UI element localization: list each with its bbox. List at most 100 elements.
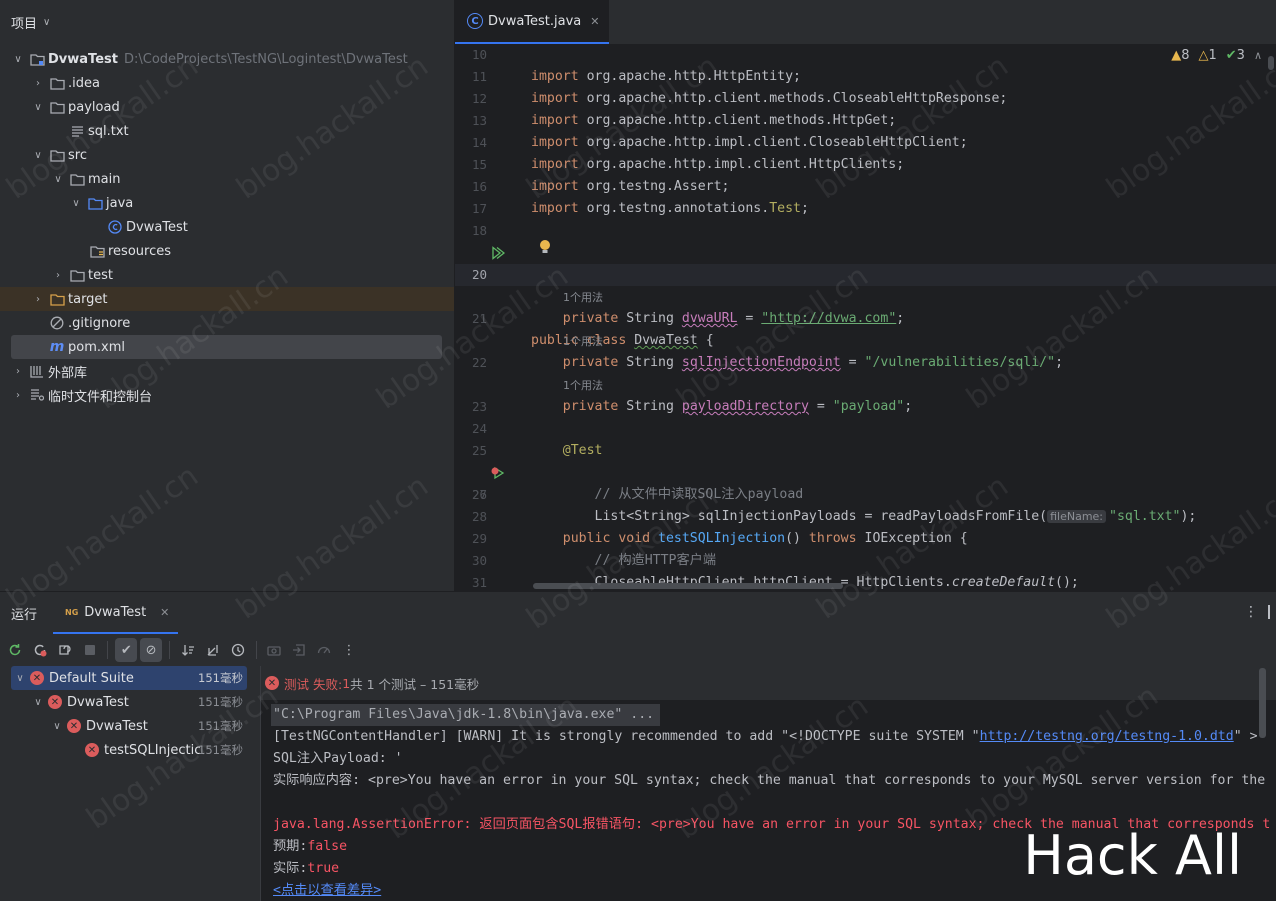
tree-item-test[interactable]: › test	[0, 263, 113, 287]
sort-icon[interactable]	[177, 638, 199, 662]
tree-item-resources[interactable]: resources	[0, 239, 171, 263]
project-view-header[interactable]: 项目 ∨	[0, 0, 454, 44]
show-passed-icon[interactable]: ✔	[115, 638, 138, 662]
code-editor: C DvwaTest.java ✕ ▲8 △1 ✔3 ∧ 10 11 import…	[454, 0, 1276, 591]
test-node-name: DvwaTest	[67, 694, 129, 710]
project-header-label: 项目	[11, 16, 38, 32]
chevron-right-icon[interactable]: ›	[31, 294, 45, 305]
chevron-down-icon[interactable]: ∨	[69, 198, 83, 209]
minimize-icon[interactable]	[1268, 605, 1276, 619]
usage-hint[interactable]: 1个用法	[563, 374, 603, 396]
line-number: 11	[471, 69, 487, 84]
chevron-right-icon[interactable]: ›	[11, 366, 25, 377]
line-number: 24	[471, 421, 487, 436]
tree-item-idea[interactable]: › .idea	[0, 71, 100, 95]
chevron-down-icon[interactable]: ∨	[51, 174, 65, 185]
excluded-folder-icon	[49, 291, 65, 307]
text-file-icon	[69, 123, 85, 139]
test-node-class[interactable]: ∨ ✕ DvwaTest 151毫秒	[11, 714, 247, 738]
tree-item-gitignore[interactable]: .gitignore	[0, 311, 130, 335]
code-area[interactable]: 10 11 import org.apache.http.HttpEntity; …	[455, 44, 1276, 591]
tree-item-label: .idea	[68, 75, 100, 91]
chevron-down-icon[interactable]: ∨	[31, 102, 45, 113]
lightbulb-icon[interactable]	[539, 239, 551, 263]
line-number: 23	[471, 399, 487, 414]
tree-item-src[interactable]: ∨ src	[0, 143, 87, 167]
tab-dvwatest-java[interactable]: C DvwaTest.java ✕	[455, 0, 609, 44]
line-number: 18	[471, 223, 487, 238]
line-number: 31	[471, 575, 487, 590]
chevron-down-icon[interactable]: ∨	[31, 697, 45, 708]
tree-item-java[interactable]: ∨ java	[0, 191, 133, 215]
run-tab-label: DvwaTest	[84, 604, 147, 620]
console-output[interactable]: ✕ 测试 失败: 1共 1 个测试 – 151毫秒 "C:\Program Fi…	[260, 666, 1276, 901]
folder-icon	[69, 267, 85, 283]
line-number: 22	[471, 355, 487, 370]
test-node-suite[interactable]: ∨ ✕ Default Suite 151毫秒	[11, 666, 247, 690]
chevron-down-icon[interactable]: ∨	[31, 150, 45, 161]
close-icon[interactable]: ✕	[590, 15, 599, 28]
test-node-method[interactable]: ✕ testSQLInjectic 151毫秒	[11, 738, 247, 762]
tree-item-dvwatest-class[interactable]: DvwaTest	[0, 215, 188, 239]
code-line: 19 public class DvwaTest {	[455, 239, 1276, 348]
tree-item-label: test	[88, 267, 113, 283]
tree-item-scratches[interactable]: › 临时文件和控制台	[0, 383, 152, 407]
tree-item-main[interactable]: ∨ main	[0, 167, 120, 191]
tree-item-label: sql.txt	[88, 123, 129, 139]
tree-item-label: resources	[108, 243, 172, 259]
console-line: <点击以查看差异>	[273, 880, 381, 901]
stop-icon[interactable]	[79, 638, 101, 662]
chevron-right-icon[interactable]: ›	[11, 390, 25, 401]
code-line: 18	[455, 220, 1276, 242]
chevron-down-icon[interactable]: ∨	[43, 17, 50, 28]
line-number: 21	[471, 311, 487, 326]
test-node-name: Default Suite	[49, 670, 134, 686]
failed-icon: ✕	[48, 695, 62, 709]
failed-count: 1	[342, 675, 351, 691]
tree-item-payload[interactable]: ∨ payload	[0, 95, 119, 119]
code-line: 24	[455, 418, 1276, 440]
chevron-right-icon[interactable]: ›	[31, 78, 45, 89]
tree-item-pom-xml[interactable]: m pom.xml	[11, 335, 442, 359]
usage-hint[interactable]: 1个用法	[563, 286, 603, 308]
line-number: 25	[471, 443, 487, 458]
chevron-right-icon[interactable]: ›	[51, 270, 65, 281]
coverage-icon[interactable]	[313, 638, 335, 662]
library-icon	[29, 363, 45, 379]
test-node-class[interactable]: ∨ ✕ DvwaTest 151毫秒	[11, 690, 247, 714]
dtd-link[interactable]: http://testng.org/testng-1.0.dtd	[980, 729, 1234, 744]
code-line: 13 import org.apache.http.client.methods.…	[455, 110, 1276, 132]
close-icon[interactable]: ✕	[160, 606, 169, 619]
tree-item-root[interactable]: ∨ DvwaTest D:\CodeProjects\TestNG\Logint…	[0, 47, 407, 71]
chevron-down-icon[interactable]: ∨	[11, 54, 25, 65]
vertical-scrollbar[interactable]	[1268, 56, 1274, 70]
horizontal-scrollbar[interactable]	[533, 583, 843, 589]
show-ignored-icon[interactable]: ⊘	[140, 638, 163, 662]
tree-item-target[interactable]: › target	[0, 287, 454, 311]
import-icon[interactable]	[288, 638, 310, 662]
view-diff-link[interactable]: <点击以查看差异>	[273, 883, 381, 898]
toggle-auto-test-icon[interactable]	[54, 638, 76, 662]
rerun-icon[interactable]	[4, 638, 26, 662]
rerun-failed-icon[interactable]	[29, 638, 51, 662]
chevron-down-icon[interactable]: ∨	[50, 721, 64, 732]
more-options-icon[interactable]: ⋮	[1244, 604, 1258, 620]
history-icon[interactable]	[227, 638, 249, 662]
run-tab-dvwatest[interactable]: NG DvwaTest ✕	[53, 592, 178, 634]
tree-item-external-libraries[interactable]: › 外部库	[0, 359, 87, 383]
code-line: 14 import org.apache.http.impl.client.Clo…	[455, 132, 1276, 154]
chevron-down-icon[interactable]: ∨	[13, 673, 27, 684]
console-scrollbar[interactable]	[1259, 668, 1266, 738]
console-command-line[interactable]: "C:\Program Files\Java\jdk-1.8\bin\java.…	[271, 704, 661, 726]
collapse-icon[interactable]	[202, 638, 224, 662]
line-number: 28	[471, 509, 487, 524]
code-line: 26 public void testSQLInjection() throws…	[455, 462, 1276, 546]
code-line: 11 import org.apache.http.HttpEntity;	[455, 66, 1276, 88]
camera-icon[interactable]	[263, 638, 285, 662]
maven-icon: m	[49, 339, 65, 355]
more-vertical-icon[interactable]: ⋮	[338, 638, 360, 662]
usage-hint[interactable]: 1个用法	[563, 330, 603, 352]
tree-item-sql-txt[interactable]: sql.txt	[0, 119, 129, 143]
line-number: 10	[471, 47, 487, 62]
console-line: SQL注入Payload: '	[273, 751, 403, 766]
